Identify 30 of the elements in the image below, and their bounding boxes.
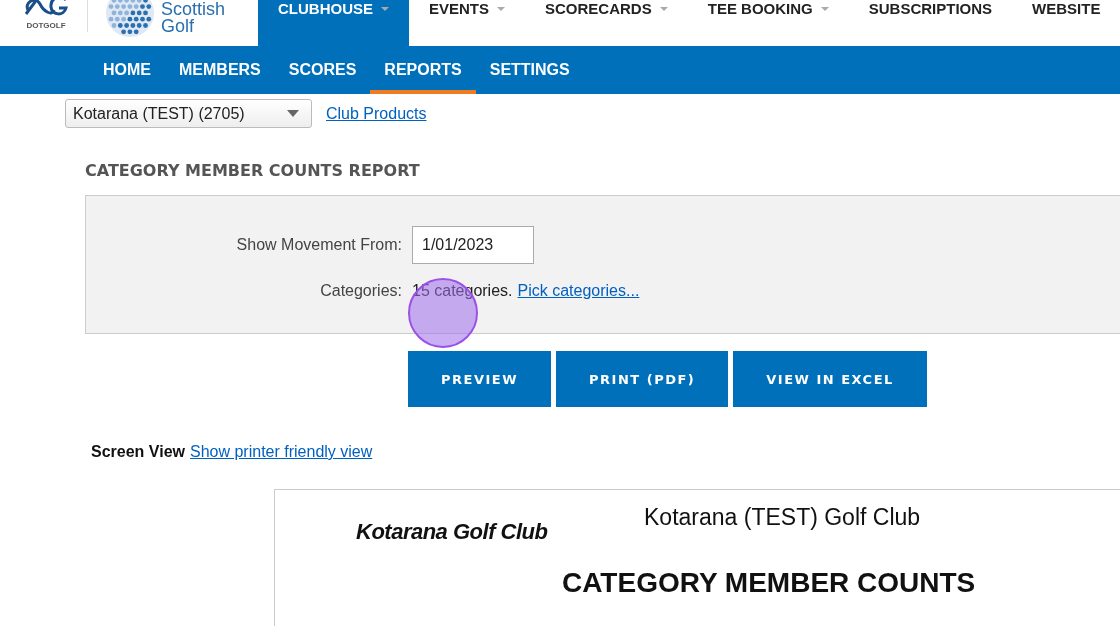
report-title: CATEGORY MEMBER COUNTS REPORT <box>85 161 421 180</box>
nav-tab[interactable]: EVENTS <box>409 0 526 46</box>
subnav-tab[interactable]: MEMBERS <box>165 46 275 94</box>
club-products-link[interactable]: Club Products <box>326 104 427 123</box>
field-label: Show Movement From: <box>236 236 403 254</box>
nav-tab[interactable]: CLUBHOUSE <box>258 0 409 46</box>
date-field[interactable]: 1/01/2023 <box>412 226 534 264</box>
club-logo-text: Kotarana Golf Club <box>356 519 548 544</box>
field-label: Categories: <box>320 282 403 300</box>
view-label: Screen View <box>91 443 185 461</box>
subnav-tab[interactable]: SCORES <box>274 46 371 94</box>
subnav-tab[interactable]: HOME <box>89 46 165 94</box>
subnav-tab[interactable]: REPORTS <box>370 46 476 94</box>
subnav-tab[interactable]: SETTINGS <box>475 46 584 94</box>
nav-tab[interactable]: WEBSITE <box>1012 0 1120 46</box>
pick-categories-link[interactable]: Pick categories... <box>517 282 640 300</box>
brand-name: DOTGOLF <box>26 21 66 30</box>
club-dropdown[interactable]: Kotarana (TEST) (2705) <box>65 99 312 128</box>
action-button[interactable]: PRINT (PDF) <box>556 351 729 407</box>
nav-tab[interactable]: TEE BOOKING <box>687 0 849 46</box>
action-button[interactable]: VIEW IN EXCEL <box>733 351 927 407</box>
nav-tab[interactable]: SUBSCRIPTIONS <box>848 0 1013 46</box>
caret-icon <box>287 110 299 117</box>
action-button[interactable]: PREVIEW <box>408 351 552 407</box>
nav-tab[interactable]: SCORECARDS <box>525 0 688 46</box>
partner-name: Golf <box>161 18 195 35</box>
printer-view-link[interactable]: Show printer friendly view <box>190 443 373 461</box>
club-name: Kotarana (TEST) Golf Club <box>644 504 921 530</box>
partner-name: Scottish <box>161 1 226 18</box>
report-heading: CATEGORY MEMBER COUNTS <box>562 567 976 598</box>
